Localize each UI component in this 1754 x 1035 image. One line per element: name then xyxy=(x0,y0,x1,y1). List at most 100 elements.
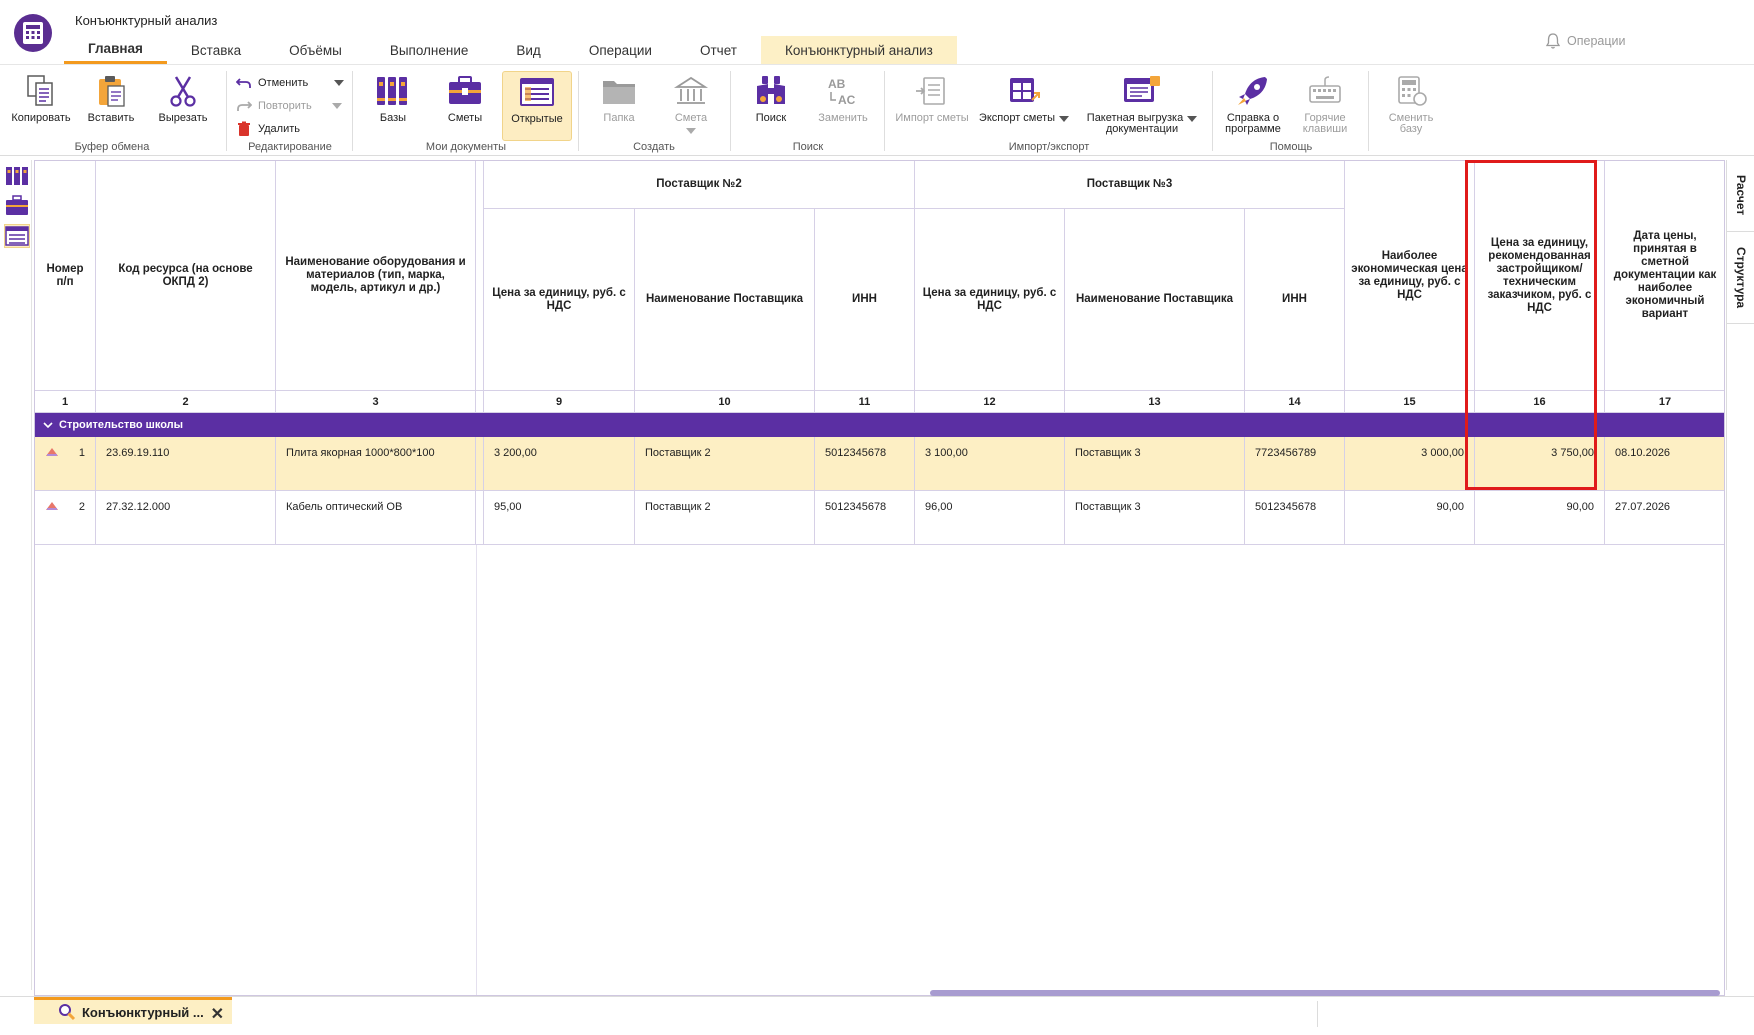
bell-icon xyxy=(1545,33,1561,49)
tab-calculation-label: Расчет xyxy=(1734,175,1748,216)
header-price-2[interactable]: Цена за единицу, руб. с НДС xyxy=(484,209,635,391)
table-row-num[interactable]: 2 xyxy=(35,491,96,545)
new-estimate-button[interactable]: Смета xyxy=(656,71,726,134)
table-cell-price-2[interactable]: 95,00 xyxy=(484,491,635,545)
tab-execution[interactable]: Выполнение xyxy=(366,36,493,64)
tab-calculation[interactable]: Расчет xyxy=(1727,160,1754,232)
tab-home[interactable]: Главная xyxy=(64,36,167,64)
operations-search[interactable]: Операции xyxy=(1545,32,1625,50)
tab-market-analysis[interactable]: Конъюнктурный анализ xyxy=(760,36,957,64)
table-cell-price-date[interactable]: 08.10.2026 xyxy=(1605,437,1724,491)
close-icon[interactable]: ✕ xyxy=(211,1004,224,1024)
tab-structure[interactable]: Структура xyxy=(1727,232,1754,324)
rail-bases-button[interactable] xyxy=(4,164,30,188)
redo-dropdown-icon[interactable] xyxy=(331,103,342,109)
binoculars-icon xyxy=(757,76,785,104)
table-cell-recommended-price[interactable]: 3 750,00 xyxy=(1475,437,1605,491)
rail-opened-button[interactable] xyxy=(4,224,30,248)
table-cell-name[interactable]: Плита якорная 1000*800*100 xyxy=(276,437,476,491)
opened-button[interactable]: Открытые xyxy=(502,71,572,141)
folder-label: Папка xyxy=(603,112,635,124)
table-cell-economic-price[interactable]: 3 000,00 xyxy=(1345,437,1475,491)
delete-button[interactable]: Удалить xyxy=(236,119,300,139)
cut-button[interactable]: Вырезать xyxy=(148,71,218,124)
create-group: Папка Смета Создать xyxy=(580,69,728,155)
table-cell-name[interactable]: Кабель оптический ОВ xyxy=(276,491,476,545)
document-tab[interactable]: Конъюнктурный ... ✕ xyxy=(34,997,232,1024)
header-num[interactable]: Номер п/п xyxy=(35,161,96,391)
batch-export-dropdown-icon[interactable] xyxy=(1187,115,1198,122)
table-cell-inn-3[interactable]: 7723456789 xyxy=(1245,437,1345,491)
col-number: 17 xyxy=(1605,391,1724,413)
header-name[interactable]: Наименование оборудования и материалов (… xyxy=(276,161,476,391)
header-inn-2[interactable]: ИНН xyxy=(815,209,915,391)
header-code[interactable]: Код ресурса (на основе ОКПД 2) xyxy=(96,161,276,391)
table-cell-inn-3[interactable]: 5012345678 xyxy=(1245,491,1345,545)
header-price-3[interactable]: Цена за единицу, руб. с НДС xyxy=(915,209,1065,391)
group-row[interactable]: Строительство школы xyxy=(35,413,1724,437)
magnifier-icon xyxy=(59,1004,76,1021)
chevron-down-icon[interactable] xyxy=(43,421,53,429)
table-cell-price-3[interactable]: 96,00 xyxy=(915,491,1065,545)
table-cell-price-date[interactable]: 27.07.2026 xyxy=(1605,491,1724,545)
table-cell-supplier-3[interactable]: Поставщик 3 xyxy=(1065,491,1245,545)
table-cell-code[interactable]: 27.32.12.000 xyxy=(96,491,276,545)
replace-button[interactable]: AB AC Заменить xyxy=(808,71,878,124)
tab-insert[interactable]: Вставка xyxy=(167,36,265,64)
batch-export-icon xyxy=(1124,76,1160,102)
redo-button[interactable]: Повторить xyxy=(236,96,342,116)
folder-button[interactable]: Папка xyxy=(584,71,654,124)
hotkeys-button[interactable]: Горячие клавиши xyxy=(1290,71,1360,135)
about-button[interactable]: Справка о программе xyxy=(1218,71,1288,135)
copy-button[interactable]: Копировать xyxy=(6,71,76,124)
table-cell-supplier-2[interactable]: Поставщик 2 xyxy=(635,437,815,491)
estimates-label: Сметы xyxy=(447,112,483,124)
tab-volumes[interactable]: Объёмы xyxy=(265,36,366,64)
switch-base-button[interactable]: Сменить базу xyxy=(1376,71,1446,135)
tab-view[interactable]: Вид xyxy=(492,36,564,64)
paste-label: Вставить xyxy=(87,112,135,124)
table-cell-inn-2[interactable]: 5012345678 xyxy=(815,491,915,545)
redo-label: Повторить xyxy=(258,100,312,112)
export-dropdown-icon[interactable] xyxy=(1059,115,1070,122)
header-supplier-name-2[interactable]: Наименование Поставщика xyxy=(635,209,815,391)
import-export-group: Импорт сметы Экспорт сметы Пакетная выгр… xyxy=(886,69,1212,155)
table-cell-supplier-3[interactable]: Поставщик 3 xyxy=(1065,437,1245,491)
my-documents-group: Базы Сметы Открытые Мои документы xyxy=(354,69,578,155)
help-group: Справка о программе Горячие клавиши Помо… xyxy=(1214,69,1368,155)
import-estimate-button[interactable]: Импорт сметы xyxy=(892,71,972,124)
table-cell-code[interactable]: 23.69.19.110 xyxy=(96,437,276,491)
header-economic-price[interactable]: Наиболее экономическая цена за единицу, … xyxy=(1345,161,1475,391)
paste-button[interactable]: Вставить xyxy=(76,71,146,124)
table-cell-price-2[interactable]: 3 200,00 xyxy=(484,437,635,491)
keyboard-icon xyxy=(1309,76,1341,103)
header-supplier-name-3[interactable]: Наименование Поставщика xyxy=(1065,209,1245,391)
col-number: 11 xyxy=(815,391,915,413)
new-estimate-dropdown-icon[interactable] xyxy=(686,128,696,134)
app-logo[interactable] xyxy=(14,14,52,52)
tab-report[interactable]: Отчет xyxy=(676,36,761,64)
svg-text:AC: AC xyxy=(838,93,856,107)
header-recommended-price[interactable]: Цена за единицу, рекомендованная застрой… xyxy=(1475,161,1605,391)
paste-icon xyxy=(99,76,125,107)
find-button[interactable]: Поиск xyxy=(736,71,806,124)
table-cell-economic-price[interactable]: 90,00 xyxy=(1345,491,1475,545)
table-row-num[interactable]: 1 xyxy=(35,437,96,491)
undo-dropdown-icon[interactable] xyxy=(334,80,345,86)
header-inn-3[interactable]: ИНН xyxy=(1245,209,1345,391)
bases-icon xyxy=(6,167,28,185)
bases-button[interactable]: Базы xyxy=(358,71,428,124)
export-estimate-button[interactable]: Экспорт сметы xyxy=(976,71,1072,124)
table-cell-inn-2[interactable]: 5012345678 xyxy=(815,437,915,491)
rail-estimates-button[interactable] xyxy=(4,194,30,218)
undo-button[interactable]: Отменить xyxy=(236,73,345,93)
export-estimate-label: Экспорт сметы xyxy=(978,112,1056,124)
table-cell-supplier-2[interactable]: Поставщик 2 xyxy=(635,491,815,545)
folder-icon xyxy=(603,81,635,104)
batch-export-button[interactable]: Пакетная выгрузка документации xyxy=(1082,71,1202,135)
tab-operations[interactable]: Операции xyxy=(565,36,676,64)
table-cell-recommended-price[interactable]: 90,00 xyxy=(1475,491,1605,545)
header-price-date[interactable]: Дата цены, принятая в сметной документац… xyxy=(1605,161,1724,391)
estimates-button[interactable]: Сметы xyxy=(430,71,500,124)
table-cell-price-3[interactable]: 3 100,00 xyxy=(915,437,1065,491)
